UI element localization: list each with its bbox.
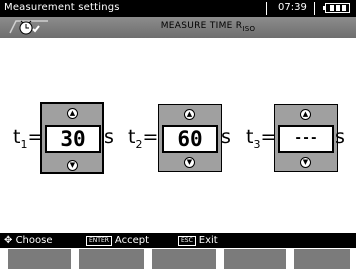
- battery-icon: [323, 3, 350, 13]
- enter-key-icon: ENTER: [86, 236, 112, 246]
- accept-hint: ENTER Accept: [86, 235, 149, 246]
- softkey-row: [0, 249, 356, 269]
- t3-label: t3=: [246, 126, 277, 151]
- help-bar: ✥ Choose ENTER Accept ESC Exit: [0, 233, 356, 248]
- choose-hint: ✥ Choose: [4, 235, 53, 246]
- clock: 07:39: [278, 2, 307, 13]
- window-title: Measurement settings: [4, 2, 120, 13]
- t3-unit: s: [335, 126, 345, 148]
- softkey-4[interactable]: [224, 249, 286, 269]
- t1-label: t1=: [13, 126, 44, 151]
- measurement-settings-screen: Measurement settings 07:39 MEASURE TIME …: [0, 0, 356, 269]
- esc-key-icon: ESC: [178, 236, 196, 246]
- t2-value[interactable]: 60: [162, 125, 218, 153]
- softkey-1[interactable]: [8, 249, 71, 269]
- t3-value[interactable]: ---: [278, 125, 334, 153]
- t1-value[interactable]: 30: [45, 125, 101, 153]
- t1-value-box[interactable]: ▲ 30 ▼: [40, 102, 104, 174]
- arrow-down-icon[interactable]: ▼: [67, 160, 78, 171]
- arrow-up-icon[interactable]: ▲: [184, 109, 195, 120]
- arrow-down-icon[interactable]: ▼: [300, 157, 311, 168]
- arrow-up-icon[interactable]: ▲: [300, 109, 311, 120]
- arrow-up-icon[interactable]: ▲: [67, 108, 78, 119]
- title-separator: [314, 2, 315, 15]
- title-bar: Measurement settings 07:39: [0, 0, 356, 17]
- four-way-arrow-icon: ✥: [4, 235, 13, 246]
- t1-unit: s: [104, 126, 114, 148]
- exit-hint: ESC Exit: [178, 235, 218, 246]
- arrow-down-icon[interactable]: ▼: [184, 157, 195, 168]
- softkey-2[interactable]: [79, 249, 144, 269]
- softkey-5[interactable]: [294, 249, 350, 269]
- t2-value-box[interactable]: ▲ 60 ▼: [158, 104, 222, 172]
- t2-label: t2=: [128, 126, 159, 151]
- settings-clock-icon: [9, 20, 48, 35]
- header-bar: MEASURE TIME RISO: [0, 17, 356, 38]
- t2-unit: s: [221, 126, 231, 148]
- title-separator: [266, 2, 267, 15]
- t3-value-box[interactable]: ▲ --- ▼: [274, 104, 338, 172]
- page-heading: MEASURE TIME RISO: [160, 21, 256, 33]
- softkey-3[interactable]: [152, 249, 216, 269]
